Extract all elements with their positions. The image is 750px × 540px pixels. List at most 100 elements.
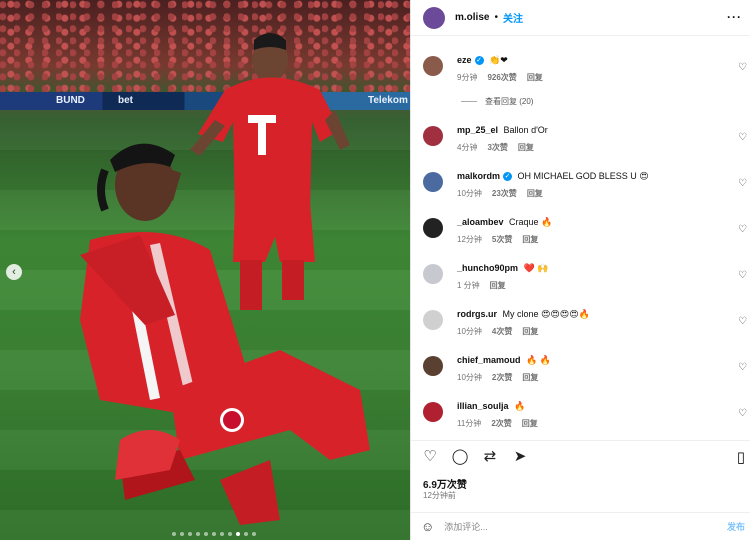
- post-sidebar: m.olise • 关注 ··· eze ✓ 👏❤ 9分钟 926次赞 回复 ♡ 查看…: [410, 0, 750, 540]
- comment-username[interactable]: chief_mamoud: [457, 355, 521, 365]
- avatar[interactable]: [423, 56, 443, 76]
- comment-likes[interactable]: 926次赞: [487, 71, 516, 84]
- follow-button[interactable]: 关注: [503, 10, 523, 25]
- comment-text: Ballon d'Or: [503, 125, 548, 135]
- comment-username[interactable]: eze: [457, 55, 472, 65]
- like-comment-heart-icon[interactable]: ♡: [738, 178, 747, 189]
- comment-username[interactable]: _aloambev: [457, 217, 504, 227]
- share-repost-icon[interactable]: ⇄: [481, 448, 499, 466]
- comment-likes[interactable]: 2次赞: [492, 371, 512, 384]
- comment-likes[interactable]: 5次赞: [492, 233, 512, 246]
- comment-username[interactable]: mp_25_el: [457, 125, 498, 135]
- post-header: m.olise • 关注 ···: [411, 0, 750, 36]
- avatar[interactable]: [423, 356, 443, 376]
- separator: •: [494, 12, 498, 23]
- post-username[interactable]: m.olise: [455, 12, 489, 23]
- board-text-3: Telekom: [368, 95, 408, 106]
- board-text-2: bet: [118, 95, 133, 106]
- comment-item: chief_mamoud 🔥 🔥 10分钟 2次赞 回复 ♡: [411, 354, 750, 396]
- previous-image-button[interactable]: ‹: [6, 264, 22, 280]
- comment-item: eze ✓ 👏❤ 9分钟 926次赞 回复 ♡: [411, 54, 750, 96]
- avatar[interactable]: [423, 310, 443, 330]
- comment-text: 👏❤: [489, 55, 508, 65]
- likes-count[interactable]: 6.9万次赞: [423, 476, 467, 491]
- avatar[interactable]: [423, 6, 445, 29]
- comment-username[interactable]: rodrgs.ur: [457, 309, 497, 319]
- carousel-dots: [172, 532, 256, 536]
- carousel-dot: [228, 532, 232, 536]
- carousel-dot: [196, 532, 200, 536]
- reply-button[interactable]: 回复: [522, 417, 538, 430]
- comment-time: 12分钟: [457, 235, 482, 244]
- reply-button[interactable]: 回复: [527, 71, 543, 84]
- view-replies-button[interactable]: 查看回复 (20): [461, 96, 533, 107]
- verified-badge-icon: ✓: [474, 56, 484, 66]
- reply-button[interactable]: 回复: [490, 279, 506, 292]
- carousel-dot: [188, 532, 192, 536]
- reply-button[interactable]: 回复: [527, 187, 543, 200]
- comment-likes[interactable]: 23次赞: [492, 187, 517, 200]
- comment-item: illian_soulja 🔥 11分钟 2次赞 回复 ♡: [411, 400, 750, 442]
- carousel-dot: [204, 532, 208, 536]
- avatar[interactable]: [423, 402, 443, 422]
- like-comment-heart-icon[interactable]: ♡: [738, 62, 747, 73]
- carousel-dot: [180, 532, 184, 536]
- comment-item: _huncho90pm ❤️ 🙌 1 分钟 回复 ♡: [411, 262, 750, 304]
- view-replies-label: 查看回复 (20): [485, 97, 534, 106]
- comment-time: 1 分钟: [457, 281, 480, 290]
- reply-button[interactable]: 回复: [522, 325, 538, 338]
- post-comment-button[interactable]: 发布: [727, 520, 745, 533]
- comment-time: 9分钟: [457, 73, 478, 82]
- carousel-dot-active: [236, 532, 240, 536]
- avatar[interactable]: [423, 218, 443, 238]
- bookmark-icon[interactable]: ▯: [737, 448, 745, 466]
- comment-bubble-icon[interactable]: ◯: [451, 448, 469, 466]
- comment-time: 10分钟: [457, 373, 482, 382]
- comment-time: 11分钟: [457, 419, 482, 428]
- post-actions-bar: ♡ ◯ ⇄ ➤ ▯: [411, 440, 750, 472]
- post-image: BUND bet Telekom ‹: [0, 0, 410, 540]
- carousel-dot: [172, 532, 176, 536]
- comment-username[interactable]: malkordm: [457, 171, 500, 181]
- comment-likes[interactable]: 4次赞: [492, 325, 512, 338]
- reply-button[interactable]: 回复: [522, 371, 538, 384]
- comment-text: Craque 🔥: [509, 217, 553, 227]
- carousel-dot: [212, 532, 216, 536]
- comment-text: 🔥 🔥: [526, 355, 551, 365]
- like-comment-heart-icon[interactable]: ♡: [738, 408, 747, 419]
- comment-likes[interactable]: 3次赞: [487, 141, 507, 154]
- player-foreground: [80, 143, 370, 525]
- post-time: 12分钟前: [423, 491, 456, 500]
- comment-item: _aloambev Craque 🔥 12分钟 5次赞 回复 ♡: [411, 216, 750, 258]
- carousel-dot: [244, 532, 248, 536]
- comment-item: mp_25_el Ballon d'Or 4分钟 3次赞 回复 ♡: [411, 124, 750, 166]
- comment-likes[interactable]: 2次赞: [491, 417, 511, 430]
- carousel-dot: [220, 532, 224, 536]
- comment-username[interactable]: illian_soulja: [457, 401, 509, 411]
- reply-button[interactable]: 回复: [518, 141, 534, 154]
- comment-text: 🔥: [514, 401, 526, 411]
- comment-text: My clone 😍😍😍😍🔥: [502, 309, 590, 319]
- like-comment-heart-icon[interactable]: ♡: [738, 362, 747, 373]
- comment-username[interactable]: _huncho90pm: [457, 263, 518, 273]
- carousel-dot: [252, 532, 256, 536]
- like-heart-icon[interactable]: ♡: [421, 448, 439, 466]
- comment-item: rodrgs.ur My clone 😍😍😍😍🔥 10分钟 4次赞 回复 ♡: [411, 308, 750, 350]
- avatar[interactable]: [423, 264, 443, 284]
- divider: [461, 101, 477, 102]
- comment-time: 10分钟: [457, 327, 482, 336]
- reply-button[interactable]: 回复: [522, 233, 538, 246]
- comment-input[interactable]: 添加评论...: [444, 520, 488, 533]
- like-comment-heart-icon[interactable]: ♡: [738, 316, 747, 327]
- avatar[interactable]: [423, 126, 443, 146]
- like-comment-heart-icon[interactable]: ♡: [738, 132, 747, 143]
- more-options-icon[interactable]: ···: [727, 10, 742, 24]
- like-comment-heart-icon[interactable]: ♡: [738, 270, 747, 281]
- emoji-icon[interactable]: ☺: [421, 519, 434, 534]
- comment-item: malkordm ✓ OH MICHAEL GOD BLESS U 😍 10分钟 2…: [411, 170, 750, 212]
- send-paper-plane-icon[interactable]: ➤: [511, 448, 529, 466]
- comment-time: 4分钟: [457, 143, 478, 152]
- like-comment-heart-icon[interactable]: ♡: [738, 224, 747, 235]
- comment-time: 10分钟: [457, 189, 482, 198]
- avatar[interactable]: [423, 172, 443, 192]
